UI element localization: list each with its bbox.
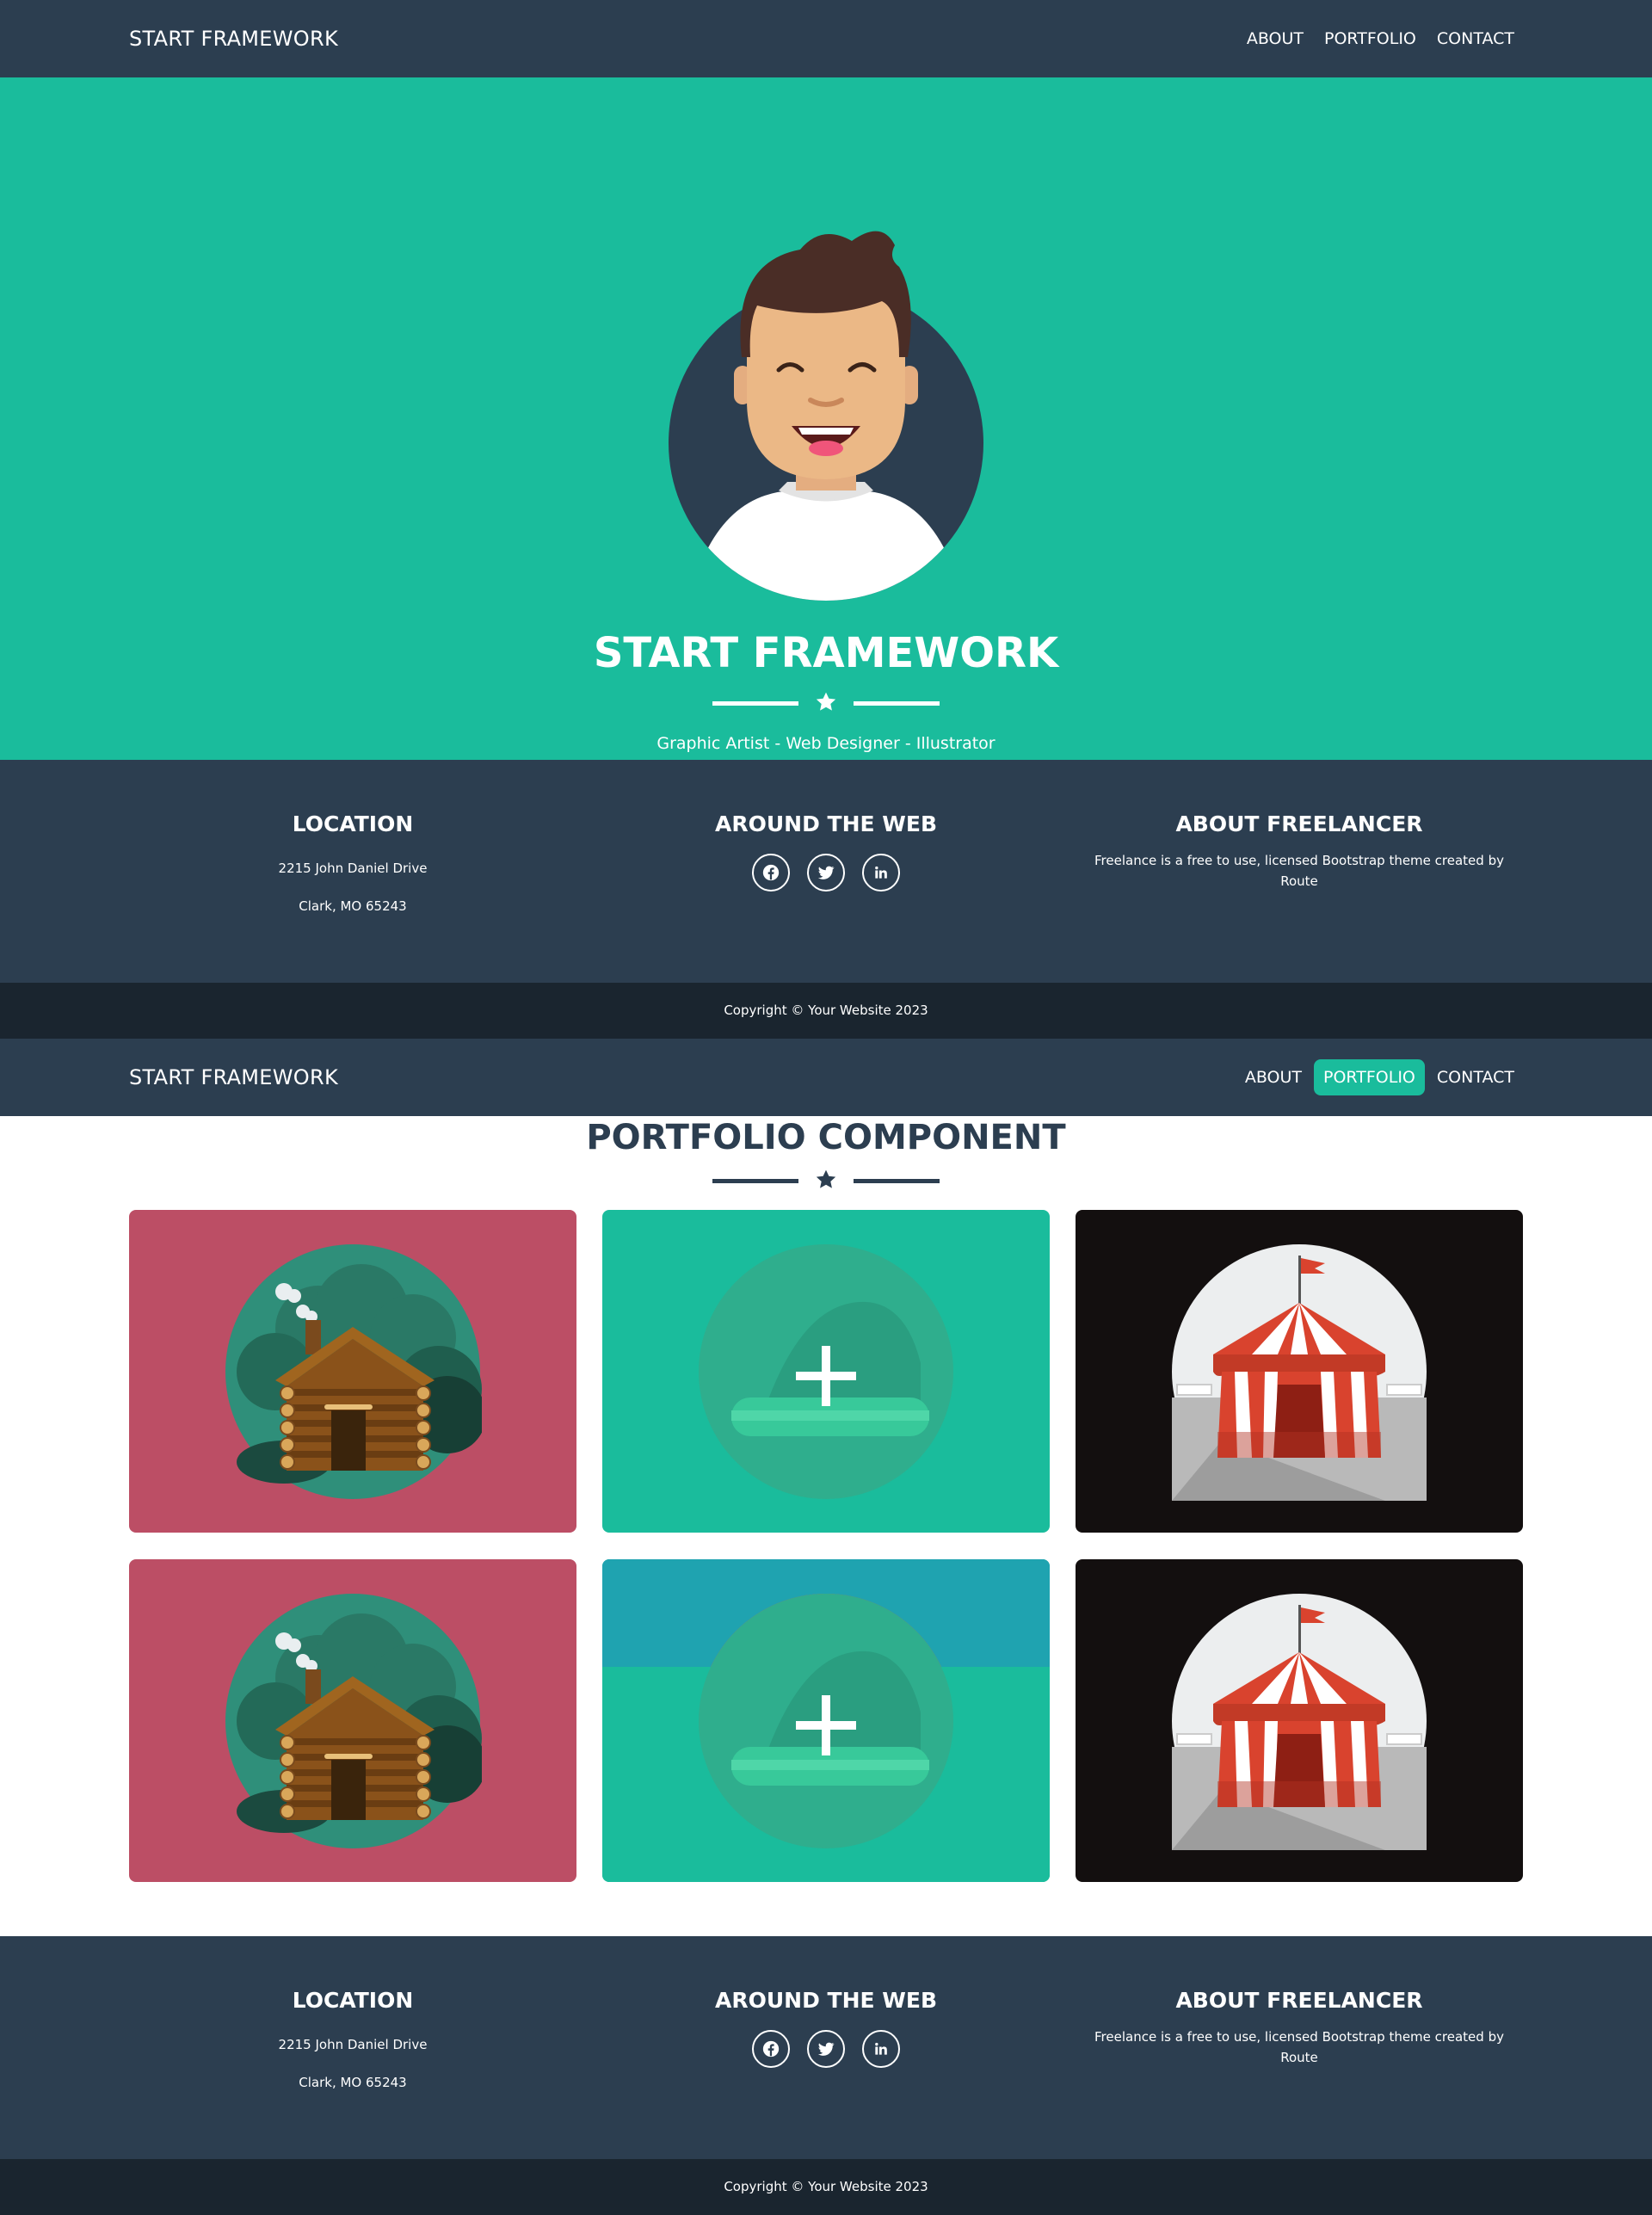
portfolio-grid (129, 1210, 1523, 1882)
footer-about: ABOUT FREELANCER Freelance is a free to … (1076, 760, 1523, 983)
twitter-icon (817, 863, 835, 882)
about-title: ABOUT FREELANCER (1175, 811, 1423, 836)
twitter-icon (817, 2039, 835, 2058)
twitter-button[interactable] (807, 854, 845, 892)
nav-portfolio[interactable]: PORTFOLIO (1316, 22, 1425, 55)
nav-links: ABOUT PORTFOLIO CONTACT (1236, 1059, 1523, 1095)
portfolio-item-cake[interactable] (602, 1559, 1050, 1882)
hero-section: START FRAMEWORK Graphic Artist - Web Des… (0, 77, 1652, 760)
nav-contact[interactable]: CONTACT (1428, 1061, 1523, 1094)
cabin-image (225, 1593, 482, 1849)
nav-portfolio-active[interactable]: PORTFOLIO (1314, 1059, 1425, 1095)
star-icon (815, 691, 837, 713)
twitter-button[interactable] (807, 2030, 845, 2068)
nav-about[interactable]: ABOUT (1236, 1061, 1310, 1094)
address-line-2: Clark, MO 65243 (299, 2075, 407, 2090)
brand-link[interactable]: START FRAMEWORK (129, 27, 338, 51)
copyright: Copyright © Your Website 2023 (0, 983, 1652, 1039)
about-title: ABOUT FREELANCER (1175, 1988, 1423, 2013)
nav-links: ABOUT PORTFOLIO CONTACT (1238, 22, 1523, 55)
nav-about[interactable]: ABOUT (1238, 22, 1312, 55)
facebook-icon (761, 2039, 780, 2058)
portfolio-item-cake[interactable] (602, 1210, 1050, 1533)
linkedin-button[interactable] (862, 2030, 900, 2068)
circus-image (1171, 1593, 1427, 1850)
location-title: LOCATION (292, 811, 414, 836)
footer-around-web: AROUND THE WEB (602, 1936, 1050, 2159)
top-navbar: START FRAMEWORK ABOUT PORTFOLIO CONTACT (0, 0, 1652, 77)
linkedin-button[interactable] (862, 854, 900, 892)
portfolio-item-circus[interactable] (1076, 1210, 1523, 1533)
linkedin-icon (872, 864, 890, 881)
footer-about: ABOUT FREELANCER Freelance is a free to … (1076, 1936, 1523, 2159)
facebook-button[interactable] (752, 854, 790, 892)
hero-title: START FRAMEWORK (593, 629, 1059, 677)
portfolio-navbar: START FRAMEWORK ABOUT PORTFOLIO CONTACT (0, 1039, 1652, 1116)
brand-link[interactable]: START FRAMEWORK (129, 1065, 338, 1089)
linkedin-icon (872, 2040, 890, 2058)
social-links (602, 854, 1050, 892)
portfolio-item-cabin[interactable] (129, 1559, 576, 1882)
facebook-button[interactable] (752, 2030, 790, 2068)
avatar-icon (669, 231, 983, 601)
footer: LOCATION 2215 John Daniel Drive Clark, M… (0, 1936, 1652, 2159)
copyright: Copyright © Your Website 2023 (0, 2159, 1652, 2215)
portfolio-divider (712, 1169, 940, 1193)
around-web-title: AROUND THE WEB (715, 811, 937, 836)
footer-around-web: AROUND THE WEB (602, 760, 1050, 983)
footer-location: LOCATION 2215 John Daniel Drive Clark, M… (129, 760, 576, 983)
location-title: LOCATION (292, 1988, 414, 2013)
about-text: Freelance is a free to use, licensed Boo… (1094, 2029, 1504, 2065)
footer-location: LOCATION 2215 John Daniel Drive Clark, M… (129, 1936, 576, 2159)
hero-divider (712, 691, 940, 715)
footer: LOCATION 2215 John Daniel Drive Clark, M… (0, 760, 1652, 983)
divider-line-left (712, 701, 798, 706)
social-links (602, 2030, 1050, 2068)
cabin-image (225, 1243, 482, 1500)
divider-line-left (712, 1179, 798, 1183)
portfolio-title: PORTFOLIO COMPONENT (586, 1118, 1066, 1157)
about-text: Freelance is a free to use, licensed Boo… (1094, 853, 1504, 889)
facebook-icon (761, 863, 780, 882)
around-web-title: AROUND THE WEB (715, 1988, 937, 2013)
cake-image (602, 1210, 1050, 1533)
divider-line-right (854, 701, 940, 706)
address-line-2: Clark, MO 65243 (299, 898, 407, 914)
hero-subtitle: Graphic Artist - Web Designer - Illustra… (656, 734, 996, 753)
portfolio-item-cabin[interactable] (129, 1210, 576, 1533)
address-line-1: 2215 John Daniel Drive (278, 861, 428, 876)
star-icon (815, 1169, 837, 1191)
cake-image (602, 1559, 1050, 1882)
divider-line-right (854, 1179, 940, 1183)
circus-image (1171, 1243, 1427, 1501)
portfolio-section: PORTFOLIO COMPONENT (0, 1116, 1652, 1936)
nav-contact[interactable]: CONTACT (1428, 22, 1523, 55)
address-line-1: 2215 John Daniel Drive (278, 2037, 428, 2052)
portfolio-item-circus[interactable] (1076, 1559, 1523, 1882)
